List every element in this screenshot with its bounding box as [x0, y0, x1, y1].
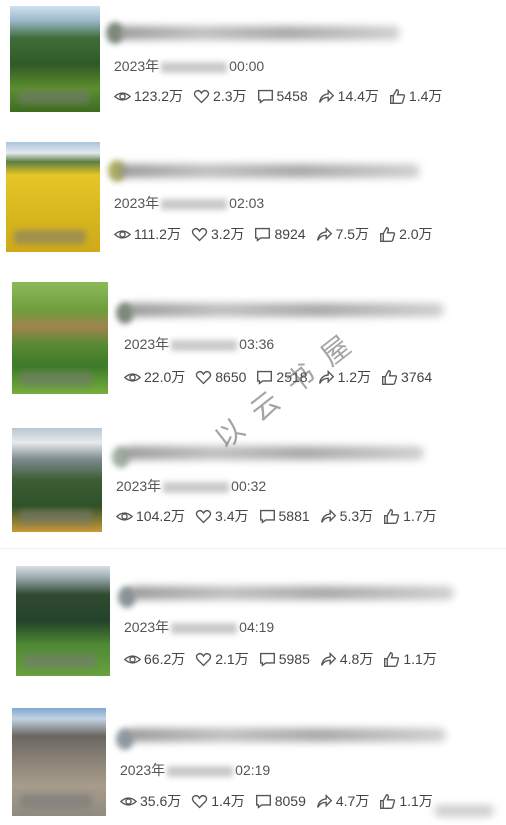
thumbnail-overlay [20, 372, 92, 386]
likes-stat[interactable]: 8650 [195, 369, 246, 386]
comments-stat[interactable]: 5458 [257, 88, 308, 105]
video-thumbnail[interactable] [12, 428, 102, 532]
video-title[interactable] [130, 586, 454, 600]
video-title[interactable] [124, 446, 424, 460]
eye-icon [120, 796, 137, 806]
views-stat: 66.2万 [124, 649, 185, 669]
heart-icon [193, 89, 210, 103]
comment-icon [259, 652, 275, 667]
heart-icon [195, 509, 212, 523]
heart-icon [192, 794, 208, 808]
stats-row: 111.2万 3.2万 8924 7.5万 2.0万 [114, 224, 443, 244]
eye-icon [124, 654, 141, 664]
shares-stat[interactable]: 4.7万 [316, 791, 369, 811]
heart-icon [196, 370, 212, 384]
share-icon [320, 508, 336, 523]
comments-stat[interactable]: 5985 [259, 651, 310, 668]
publish-date: 2023年 00:32 [116, 478, 267, 494]
publish-date: 2023年 02:03 [114, 195, 265, 211]
comment-icon [255, 227, 271, 242]
eye-icon [124, 372, 141, 382]
thumbs-up-icon [380, 226, 396, 242]
thumbnail-overlay [20, 794, 92, 808]
likes-stat[interactable]: 2.3万 [193, 86, 247, 106]
video-title[interactable] [118, 26, 400, 40]
heart-icon [191, 227, 208, 241]
shares-stat[interactable]: 4.8万 [320, 649, 373, 669]
thumbnail-overlay [20, 510, 92, 524]
video-thumbnail[interactable] [16, 566, 110, 676]
thumbs-up-stat[interactable]: 1.1万 [383, 649, 437, 669]
comment-icon [259, 509, 275, 524]
stats-row: 66.2万 2.1万 5985 4.8万 1.1万 [124, 649, 447, 669]
views-stat: 22.0万 [124, 367, 185, 387]
views-stat: 123.2万 [114, 86, 183, 106]
thumbs-up-icon [384, 651, 400, 667]
comments-stat[interactable]: 8059 [255, 793, 306, 810]
comments-stat[interactable]: 5881 [259, 508, 310, 525]
corner-watermark [434, 805, 494, 817]
share-icon [320, 651, 337, 666]
shares-stat[interactable]: 14.4万 [318, 86, 379, 106]
thumbnail-overlay [14, 230, 86, 244]
eye-icon [114, 229, 131, 239]
shares-stat[interactable]: 5.3万 [320, 506, 373, 526]
video-thumbnail[interactable] [6, 142, 100, 252]
thumbs-up-stat[interactable]: 2.0万 [379, 224, 433, 244]
publish-date: 2023年 04:19 [124, 619, 275, 635]
video-title[interactable] [128, 303, 444, 317]
shares-stat[interactable]: 7.5万 [316, 224, 369, 244]
thumbs-up-icon [382, 369, 398, 385]
heart-icon [196, 652, 212, 666]
stats-row: 123.2万 2.3万 5458 14.4万 1.4万 [114, 86, 452, 106]
video-thumbnail[interactable] [10, 6, 100, 112]
section-divider [0, 548, 506, 549]
eye-icon [114, 91, 131, 101]
video-thumbnail[interactable] [12, 282, 108, 394]
share-icon [318, 88, 334, 103]
thumbnail-overlay [18, 90, 90, 104]
video-title[interactable] [118, 164, 420, 178]
video-title[interactable] [128, 728, 446, 742]
comment-icon [255, 794, 271, 809]
thumbs-up-stat[interactable]: 3764 [381, 369, 432, 386]
thumbs-up-icon [380, 793, 396, 809]
thumbs-up-icon [389, 88, 406, 104]
views-stat: 104.2万 [116, 506, 185, 526]
thumbs-up-stat[interactable]: 1.4万 [389, 86, 442, 106]
eye-icon [116, 511, 133, 521]
share-icon [316, 226, 332, 241]
stats-row: 104.2万 3.4万 5881 5.3万 1.7万 [116, 506, 447, 526]
likes-stat[interactable]: 3.4万 [195, 506, 249, 526]
thumbs-up-stat[interactable]: 1.7万 [383, 506, 437, 526]
publish-date: 2023年 00:00 [114, 58, 265, 74]
thumbs-up-stat[interactable]: 1.1万 [379, 791, 433, 811]
stats-row: 35.6万 1.4万 8059 4.7万 1.1万 [120, 791, 443, 811]
likes-stat[interactable]: 3.2万 [191, 224, 244, 244]
share-icon [316, 793, 333, 808]
video-thumbnail[interactable] [12, 708, 106, 816]
likes-stat[interactable]: 1.4万 [191, 791, 245, 811]
comment-icon [257, 89, 273, 104]
likes-stat[interactable]: 2.1万 [195, 649, 249, 669]
comments-stat[interactable]: 8924 [254, 226, 306, 243]
views-stat: 35.6万 [120, 791, 181, 811]
thumbnail-overlay [24, 654, 96, 668]
publish-date: 2023年 02:19 [120, 762, 271, 778]
thumbs-up-icon [384, 508, 400, 524]
views-stat: 111.2万 [114, 224, 181, 244]
publish-date: 2023年 03:36 [124, 336, 275, 352]
